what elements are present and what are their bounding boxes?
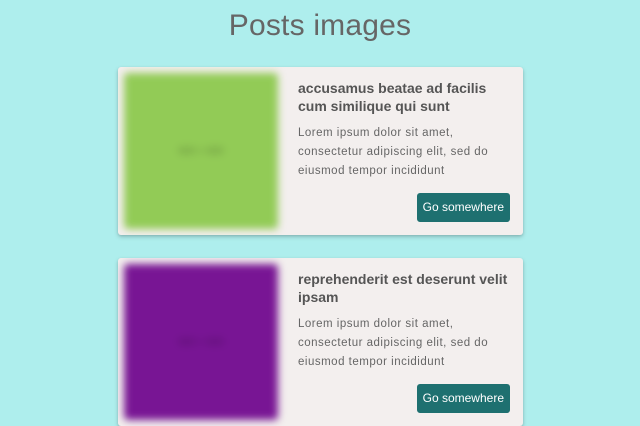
post-title: reprehenderit est deserunt velit ipsam — [298, 271, 508, 305]
post-image: 600 × 600 — [124, 73, 278, 229]
go-somewhere-button[interactable]: Go somewhere — [416, 193, 510, 222]
post-card-body: reprehenderit est deserunt velit ipsam L… — [298, 270, 508, 372]
page-title: Posts images — [228, 9, 412, 42]
go-somewhere-button[interactable]: Go somewhere — [416, 384, 510, 413]
post-text: Lorem ipsum dolor sit amet, consectetur … — [298, 318, 489, 368]
post-image: 600 × 600 — [124, 264, 278, 420]
post-card: 600 × 600 reprehenderit est deserunt vel… — [118, 258, 523, 426]
post-title: accusamus beatae ad facilis cum similiqu… — [298, 80, 487, 114]
post-text: Lorem ipsum dolor sit amet, consectetur … — [298, 127, 489, 177]
post-card: 600 × 600 accusamus beatae ad facilis cu… — [118, 67, 523, 235]
post-image-label: 600 × 600 — [178, 145, 224, 157]
post-card-body: accusamus beatae ad facilis cum similiqu… — [298, 79, 508, 181]
post-image-label: 600 × 600 — [178, 336, 224, 348]
